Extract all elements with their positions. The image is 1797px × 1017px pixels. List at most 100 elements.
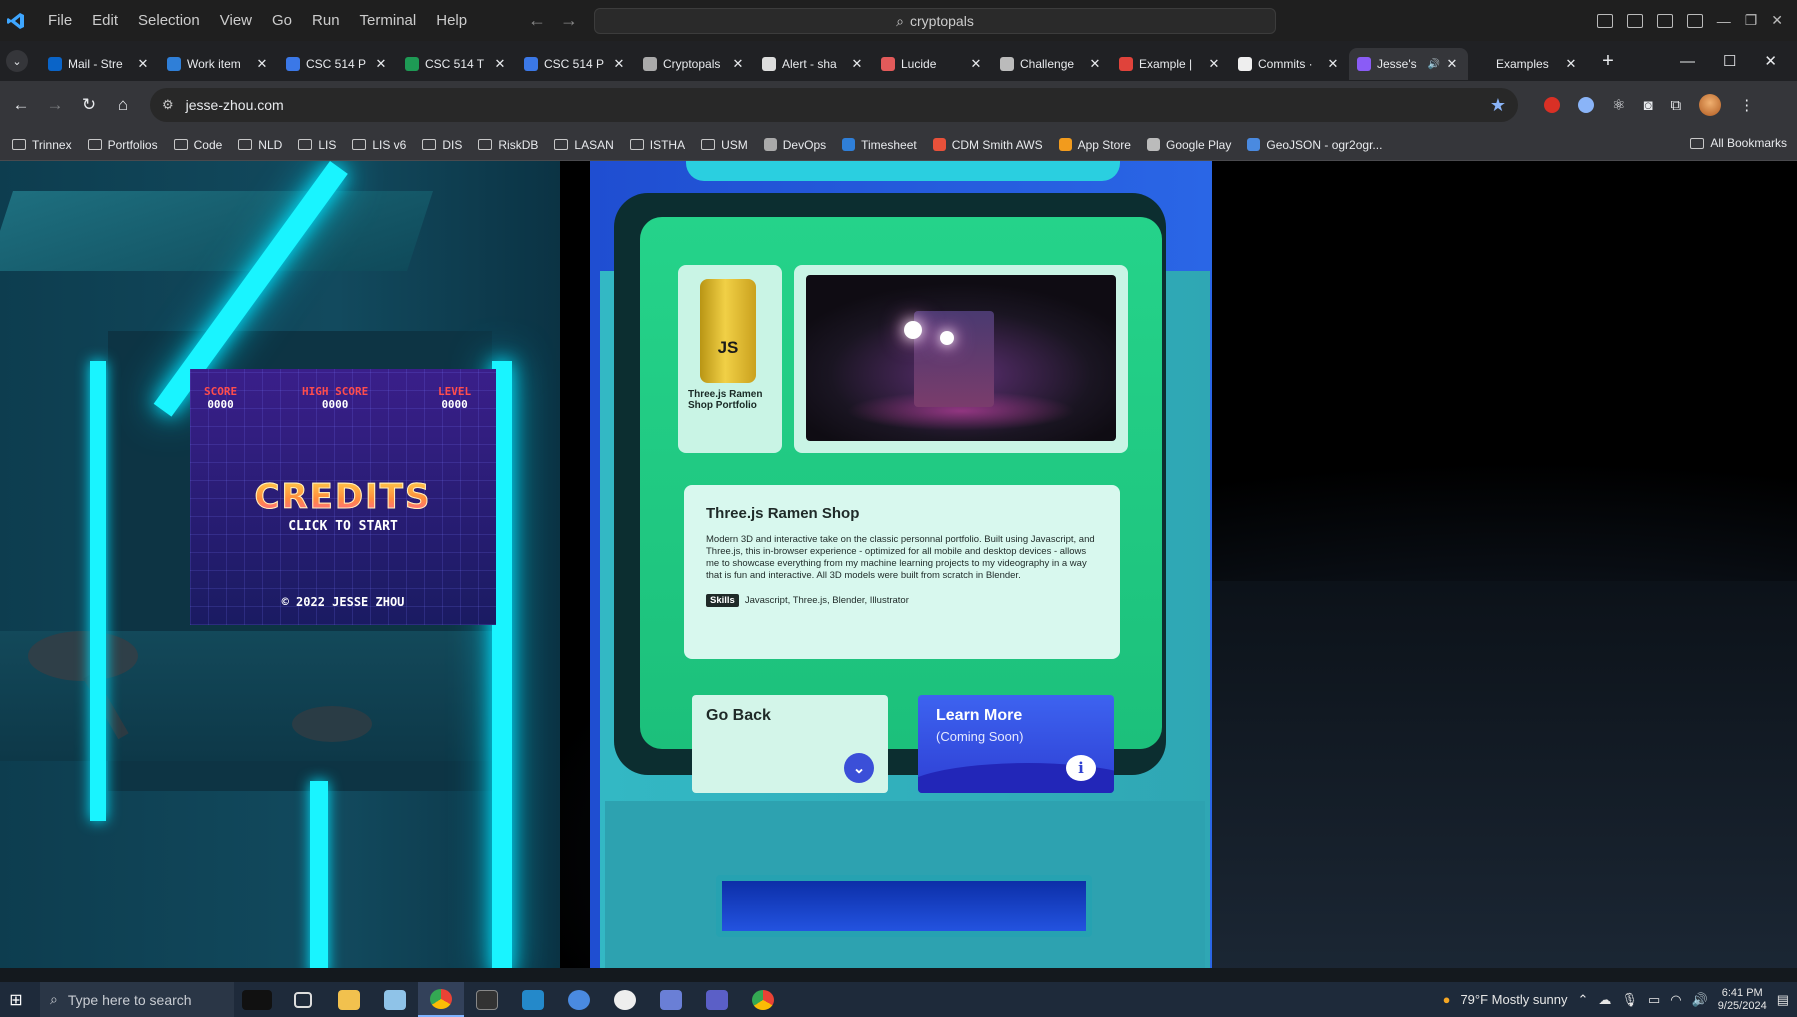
- bookmark-item[interactable]: GeoJSON - ogr2ogr...: [1247, 138, 1382, 152]
- forward-icon[interactable]: →: [38, 95, 72, 115]
- terminal-icon[interactable]: [464, 982, 510, 1017]
- volume-icon[interactable]: 🔊: [1692, 992, 1708, 1008]
- all-bookmarks-folder[interactable]: All Bookmarks: [1690, 136, 1787, 150]
- click-to-start[interactable]: CLICK TO START: [190, 519, 496, 534]
- bookmark-item[interactable]: RiskDB: [478, 138, 538, 152]
- app-icon[interactable]: [556, 982, 602, 1017]
- cdm-smith-app-icon[interactable]: [234, 982, 280, 1017]
- menu-edit[interactable]: Edit: [82, 12, 128, 29]
- webgl-scene[interactable]: SCORE 0000 HIGH SCORE 0000 LEVEL 0000 CR…: [0, 161, 1797, 976]
- bookmark-item[interactable]: USM: [701, 138, 748, 152]
- bookmark-item[interactable]: DevOps: [763, 138, 826, 152]
- forward-arrow-icon[interactable]: →: [560, 10, 592, 30]
- chrome-taskbar-icon[interactable]: [418, 982, 464, 1017]
- tab-close-icon[interactable]: ✕: [1087, 56, 1103, 72]
- vscode-taskbar-icon[interactable]: [510, 982, 556, 1017]
- bookmark-item[interactable]: App Store: [1058, 138, 1131, 152]
- address-bar[interactable]: ⚙ jesse-zhou.com ★: [150, 88, 1518, 122]
- task-view-icon[interactable]: [280, 982, 326, 1017]
- file-explorer-icon[interactable]: [326, 982, 372, 1017]
- tab-close-icon[interactable]: ✕: [1444, 56, 1460, 72]
- bookmark-item[interactable]: DIS: [422, 138, 462, 152]
- microphone-icon[interactable]: 🎙: [1621, 992, 1638, 1008]
- browser-tab[interactable]: CSC 514 T ✕: [397, 48, 516, 80]
- bookmark-item[interactable]: LIS: [298, 138, 336, 152]
- bookmark-item[interactable]: CDM Smith AWS: [932, 138, 1043, 152]
- chevron-up-icon[interactable]: ⌃: [1578, 992, 1589, 1008]
- close-icon[interactable]: ✕: [1771, 12, 1783, 29]
- tab-close-icon[interactable]: ✕: [611, 56, 627, 72]
- browser-tab[interactable]: Cryptopals ✕: [635, 48, 754, 80]
- menu-help[interactable]: Help: [426, 12, 477, 29]
- windows-start-icon[interactable]: ⊞: [0, 990, 32, 1010]
- menu-file[interactable]: File: [38, 12, 82, 29]
- browser-tab[interactable]: Mail - Stre ✕: [40, 48, 159, 80]
- extensions-puzzle-icon[interactable]: ⧉: [1671, 97, 1682, 114]
- customize-layout-icon[interactable]: [1686, 13, 1703, 28]
- bookmark-item[interactable]: NLD: [238, 138, 282, 152]
- bookmark-item[interactable]: ISTHA: [629, 138, 685, 152]
- menu-go[interactable]: Go: [262, 12, 302, 29]
- chrome-menu-icon[interactable]: ⋮: [1739, 96, 1754, 114]
- menu-view[interactable]: View: [210, 12, 262, 29]
- browser-tab[interactable]: Work item ✕: [159, 48, 278, 80]
- profile-avatar[interactable]: [1699, 94, 1722, 116]
- onedrive-icon[interactable]: ☁: [1598, 992, 1611, 1008]
- browser-tab[interactable]: Commits · ✕: [1230, 48, 1349, 80]
- command-center-search[interactable]: ⌕ cryptopals: [594, 8, 1276, 34]
- browser-tab[interactable]: Challenge ✕: [992, 48, 1111, 80]
- app-icon[interactable]: [602, 982, 648, 1017]
- browser-maximize-icon[interactable]: ☐: [1723, 52, 1736, 70]
- bookmark-item[interactable]: LASAN: [554, 138, 614, 152]
- app-icon[interactable]: [648, 982, 694, 1017]
- tab-close-icon[interactable]: ✕: [254, 56, 270, 72]
- bookmark-item[interactable]: LIS v6: [352, 138, 406, 152]
- teams-icon[interactable]: [694, 982, 740, 1017]
- bookmark-item[interactable]: Google Play: [1146, 138, 1231, 152]
- browser-tab[interactable]: Lucide ✕: [873, 48, 992, 80]
- wifi-icon[interactable]: ◠: [1670, 992, 1681, 1008]
- toggle-secondary-sidebar-icon[interactable]: [1656, 13, 1673, 28]
- bookmark-item[interactable]: Trinnex: [12, 138, 72, 152]
- tab-close-icon[interactable]: ✕: [730, 56, 746, 72]
- tab-close-icon[interactable]: ✕: [135, 56, 151, 72]
- back-icon[interactable]: ←: [4, 95, 38, 115]
- browser-tab[interactable]: CSC 514 P ✕: [278, 48, 397, 80]
- toggle-panel-icon[interactable]: [1626, 13, 1643, 28]
- back-arrow-icon[interactable]: ←: [528, 10, 560, 30]
- bookmark-item[interactable]: Timesheet: [842, 138, 917, 152]
- toggle-sidebar-icon[interactable]: [1596, 13, 1613, 28]
- tab-close-icon[interactable]: ✕: [1563, 56, 1579, 72]
- home-icon[interactable]: ⌂: [106, 95, 140, 115]
- tab-search-chevron-icon[interactable]: ⌄: [6, 50, 28, 72]
- learn-more-button[interactable]: Learn More (Coming Soon) i: [918, 695, 1114, 793]
- tab-close-icon[interactable]: ✕: [492, 56, 508, 72]
- clock[interactable]: 6:41 PM 9/25/2024: [1718, 987, 1767, 1013]
- tab-close-icon[interactable]: ✕: [968, 56, 984, 72]
- notepad-icon[interactable]: [372, 982, 418, 1017]
- tab-close-icon[interactable]: ✕: [373, 56, 389, 72]
- restore-icon[interactable]: ❐: [1745, 12, 1758, 29]
- notifications-icon[interactable]: ▤: [1777, 992, 1789, 1008]
- weather-text[interactable]: 79°F Mostly sunny: [1460, 992, 1567, 1007]
- new-tab-plus-icon[interactable]: +: [1593, 50, 1623, 73]
- browser-minimize-icon[interactable]: —: [1680, 53, 1695, 70]
- extension-c-icon[interactable]: [1578, 97, 1594, 113]
- project-thumbnail-card[interactable]: JS Three.js Ramen Shop Portfolio: [678, 265, 782, 453]
- arcade-screen[interactable]: SCORE 0000 HIGH SCORE 0000 LEVEL 0000 CR…: [190, 369, 496, 625]
- browser-tab[interactable]: Jesse's 🔊 ✕: [1349, 48, 1468, 80]
- reload-icon[interactable]: ↻: [72, 95, 106, 115]
- browser-close-icon[interactable]: ✕: [1764, 52, 1777, 70]
- tab-close-icon[interactable]: ✕: [1325, 56, 1341, 72]
- site-info-icon[interactable]: ⚙: [162, 97, 174, 113]
- go-back-button[interactable]: Go Back ⌄: [692, 695, 888, 793]
- battery-icon[interactable]: ▭: [1648, 992, 1660, 1008]
- browser-tab[interactable]: Examples ✕: [1468, 48, 1587, 80]
- browser-tab[interactable]: Alert - sha ✕: [754, 48, 873, 80]
- chrome-taskbar-icon[interactable]: [740, 982, 786, 1017]
- extension-badge-icon[interactable]: [1544, 97, 1560, 113]
- react-devtools-icon[interactable]: ⚛: [1612, 96, 1625, 114]
- tab-audio-icon[interactable]: 🔊: [1428, 59, 1440, 70]
- tab-close-icon[interactable]: ✕: [1206, 56, 1222, 72]
- bookmark-star-icon[interactable]: ★: [1490, 95, 1506, 116]
